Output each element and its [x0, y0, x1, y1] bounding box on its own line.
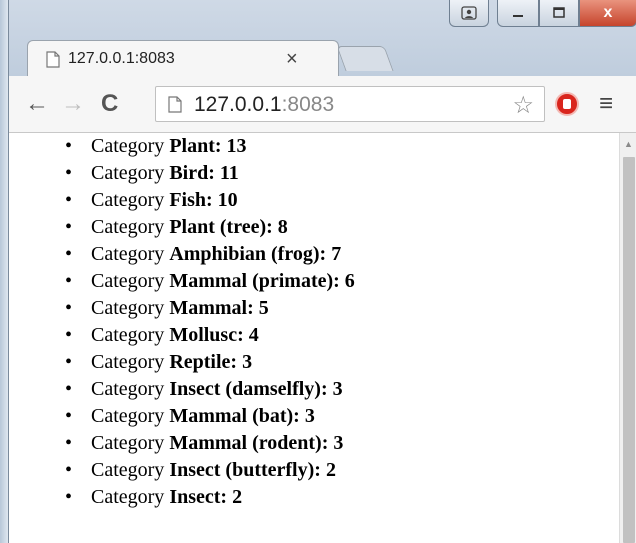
list-item: Category Insect (damselfly): 3 — [9, 376, 619, 403]
list-item: Category Plant (tree): 8 — [9, 214, 619, 241]
item-category: Mammal (rodent) — [169, 432, 322, 454]
item-prefix: Category — [91, 351, 170, 373]
url-port: :8083 — [281, 93, 335, 116]
item-count: : 2 — [314, 459, 336, 481]
address-bar[interactable]: 127.0.0.1:8083 ☆ — [155, 86, 545, 122]
menu-icon[interactable]: ≡ — [599, 90, 613, 118]
item-category: Mollusc — [169, 324, 238, 346]
item-prefix: Category — [91, 189, 170, 211]
item-prefix: Category — [91, 270, 170, 292]
item-category: Mammal — [169, 297, 248, 319]
item-category: Plant (tree) — [169, 216, 267, 238]
item-count: : 5 — [247, 297, 269, 319]
item-prefix: Category — [91, 324, 170, 346]
adblock-extension-icon[interactable] — [555, 92, 579, 116]
window-left-edge — [0, 0, 8, 543]
item-category: Mammal (primate) — [169, 270, 334, 292]
item-count: : 3 — [321, 432, 344, 454]
item-category: Insect — [169, 486, 221, 508]
page-icon — [46, 51, 60, 68]
item-count: : 8 — [266, 216, 288, 238]
user-icon — [461, 6, 477, 20]
list-item: Category Mammal (primate): 6 — [9, 268, 619, 295]
item-category: Bird — [169, 162, 209, 184]
forward-button[interactable]: → — [61, 90, 85, 118]
item-count: : 7 — [319, 243, 342, 265]
minimize-icon — [513, 15, 523, 17]
list-item: Category Insect (butterfly): 2 — [9, 457, 619, 484]
list-item: Category Mammal (bat): 3 — [9, 403, 619, 430]
category-list: Category Plant: 13 Category Bird: 11 Cat… — [9, 133, 619, 511]
tab-close-icon[interactable]: × — [286, 48, 298, 71]
item-count: : 6 — [333, 270, 355, 292]
page-content: Category Plant: 13 Category Bird: 11 Cat… — [9, 133, 619, 543]
item-category: Mammal (bat) — [169, 405, 294, 427]
list-item: Category Plant: 13 — [9, 133, 619, 160]
item-prefix: Category — [91, 297, 170, 319]
tab-strip: 127.0.0.1:8083 × x — [9, 0, 636, 78]
item-count: : 2 — [220, 486, 243, 508]
close-window-button[interactable]: x — [579, 0, 636, 27]
maximize-button[interactable] — [539, 0, 579, 27]
list-item: Category Insect: 2 — [9, 484, 619, 511]
scroll-up-arrow-icon[interactable]: ▲ — [624, 139, 633, 149]
maximize-icon — [553, 7, 565, 18]
list-item: Category Amphibian (frog): 7 — [9, 241, 619, 268]
reload-button[interactable]: C — [101, 90, 118, 118]
item-category: Fish — [169, 189, 206, 211]
url-host: 127.0.0.1 — [194, 93, 282, 116]
item-count: : 13 — [214, 135, 247, 157]
list-item: Category Mammal (rodent): 3 — [9, 430, 619, 457]
item-prefix: Category — [91, 135, 170, 157]
url-text[interactable]: 127.0.0.1:8083 — [194, 93, 334, 117]
new-tab-button[interactable] — [336, 46, 394, 71]
item-prefix: Category — [91, 378, 170, 400]
tab-active[interactable]: 127.0.0.1:8083 × — [27, 40, 339, 78]
list-item: Category Mollusc: 4 — [9, 322, 619, 349]
item-count: : 3 — [293, 405, 315, 427]
item-category: Plant — [169, 135, 215, 157]
bookmark-star-icon[interactable]: ☆ — [512, 91, 534, 120]
page-icon — [168, 96, 182, 113]
item-category: Insect (damselfly) — [169, 378, 321, 400]
user-profile-button[interactable] — [449, 0, 489, 27]
list-item: Category Fish: 10 — [9, 187, 619, 214]
list-item: Category Mammal: 5 — [9, 295, 619, 322]
scrollbar-thumb[interactable] — [623, 157, 635, 543]
item-count: : 3 — [230, 351, 253, 373]
item-count: : 10 — [206, 189, 238, 211]
item-prefix: Category — [91, 459, 170, 481]
browser-toolbar: ← → C 127.0.0.1:8083 ☆ ≡ — [9, 76, 636, 133]
vertical-scrollbar[interactable]: ▲ — [619, 133, 636, 543]
item-prefix: Category — [91, 162, 170, 184]
item-category: Insect (butterfly) — [169, 459, 315, 481]
item-count: : 11 — [208, 162, 239, 184]
browser-window: 127.0.0.1:8083 × x ← → C 127.0.0.1:8083 … — [8, 0, 636, 543]
item-prefix: Category — [91, 243, 170, 265]
item-category: Amphibian (frog) — [169, 243, 320, 265]
list-item: Category Bird: 11 — [9, 160, 619, 187]
item-prefix: Category — [91, 486, 170, 508]
item-prefix: Category — [91, 405, 170, 427]
item-count: : 3 — [320, 378, 343, 400]
close-icon: x — [603, 4, 613, 21]
item-prefix: Category — [91, 216, 170, 238]
tab-title: 127.0.0.1:8083 — [68, 50, 175, 67]
item-count: : 4 — [237, 324, 259, 346]
item-category: Reptile — [169, 351, 231, 373]
item-prefix: Category — [91, 432, 170, 454]
list-item: Category Reptile: 3 — [9, 349, 619, 376]
back-button[interactable]: ← — [25, 90, 49, 118]
minimize-button[interactable] — [497, 0, 539, 27]
